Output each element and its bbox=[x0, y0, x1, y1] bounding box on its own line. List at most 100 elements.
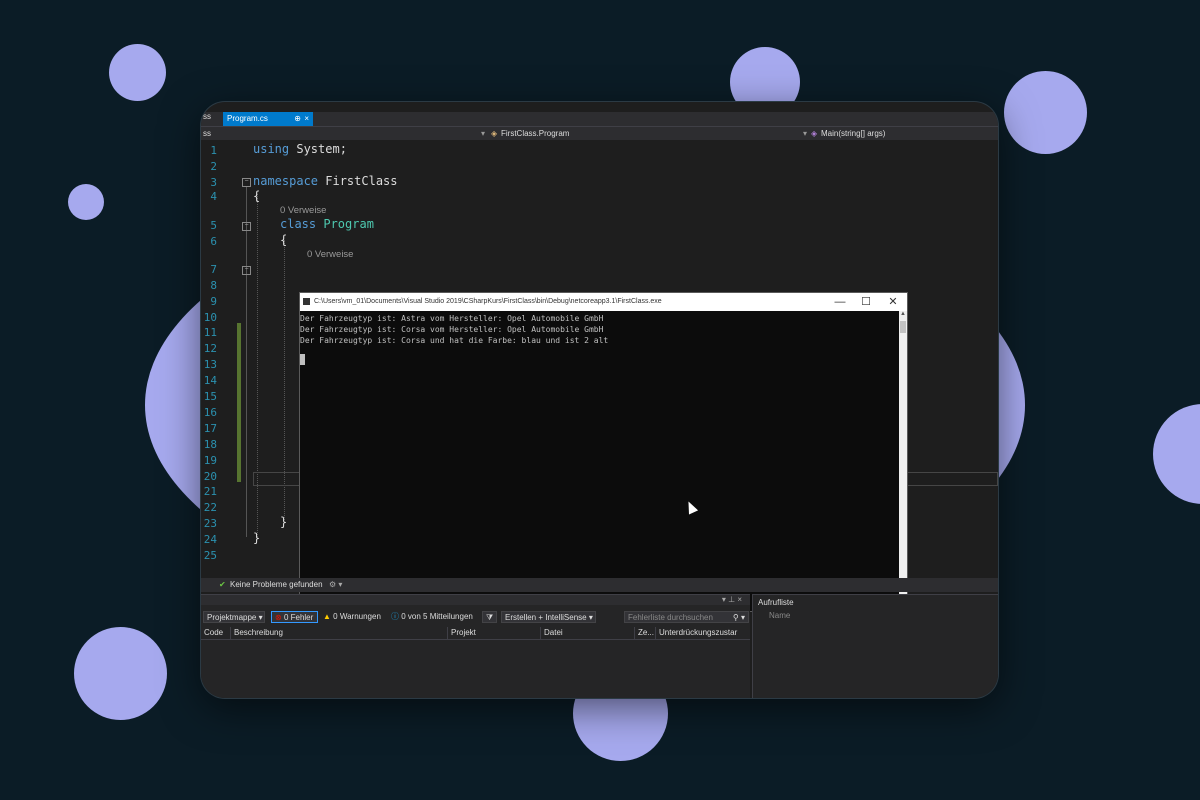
nav-project-dropdown[interactable]: ss bbox=[203, 127, 211, 141]
line-number: 3 bbox=[210, 176, 217, 189]
error-icon: ⊗ bbox=[275, 613, 282, 622]
line-number: 11 bbox=[203, 326, 217, 339]
scope-dropdown[interactable]: Projektmappe ▾ bbox=[203, 611, 265, 623]
line-number: 8 bbox=[210, 279, 217, 292]
line-number: 20 bbox=[203, 470, 217, 483]
indent-guide bbox=[257, 194, 258, 539]
code-line-1: using System; bbox=[253, 142, 347, 156]
error-list-columns: Code Beschreibung Projekt Datei Ze... Un… bbox=[201, 627, 750, 640]
console-line: Der Fahrzeugtyp ist: Astra vom Herstelle… bbox=[300, 314, 604, 323]
code-line-3: namespace FirstClass bbox=[253, 174, 398, 188]
collapse-icon[interactable]: − bbox=[242, 266, 251, 275]
filter-icon[interactable]: ⧩ bbox=[482, 611, 497, 623]
nav-member-dropdown[interactable]: Main(string[] args) bbox=[821, 127, 885, 141]
panel-title: Aufrufliste bbox=[758, 598, 794, 607]
column-header[interactable]: Datei bbox=[540, 627, 563, 639]
line-number: 25 bbox=[203, 549, 217, 562]
line-number: 16 bbox=[203, 406, 217, 419]
panel-close-icon[interactable]: ▾ ⊥ × bbox=[722, 595, 742, 605]
problems-status[interactable]: Keine Probleme gefunden bbox=[230, 578, 323, 592]
line-number: 2 bbox=[210, 160, 217, 173]
line-number: 4 bbox=[210, 190, 217, 203]
decor-bubble bbox=[68, 184, 104, 220]
close-button[interactable]: ✕ bbox=[880, 293, 906, 311]
column-header[interactable]: Unterdrückungszustar bbox=[655, 627, 737, 639]
column-header[interactable]: Name bbox=[769, 611, 790, 620]
line-number: 14 bbox=[203, 374, 217, 387]
error-list-panel: ▾ ⊥ × Projektmappe ▾ ⊗ 0 Fehler ▲ 0 Warn… bbox=[201, 594, 750, 698]
line-number: 9 bbox=[210, 295, 217, 308]
document-tab-bar: ss Program.cs ⊕ × bbox=[201, 112, 998, 126]
line-number: 13 bbox=[203, 358, 217, 371]
collapse-icon[interactable]: − bbox=[242, 222, 251, 231]
console-line: Der Fahrzeugtyp ist: Corsa und hat die F… bbox=[300, 336, 609, 345]
method-icon: ◈ bbox=[811, 129, 818, 138]
decor-bubble bbox=[1004, 71, 1087, 154]
class-icon: ◈ bbox=[491, 129, 498, 138]
navigation-bar: ss ▾ ◈ FirstClass.Program ▾ ◈ Main(strin… bbox=[201, 126, 998, 141]
column-header[interactable]: Beschreibung bbox=[230, 627, 283, 639]
tab-label: Program.cs bbox=[227, 114, 268, 123]
errors-filter-button[interactable]: ⊗ 0 Fehler bbox=[271, 611, 318, 623]
pin-icon[interactable]: ⊕ bbox=[294, 112, 301, 126]
tab-program-cs[interactable]: Program.cs ⊕ × bbox=[223, 112, 313, 126]
line-number: 15 bbox=[203, 390, 217, 403]
messages-filter-button[interactable]: ⓘ 0 von 5 Mitteilungen bbox=[391, 609, 473, 625]
call-stack-panel: Aufrufliste Name bbox=[752, 594, 998, 698]
close-icon[interactable]: × bbox=[304, 112, 309, 126]
scroll-thumb[interactable] bbox=[900, 321, 906, 333]
decor-bubble bbox=[109, 44, 166, 101]
column-header[interactable]: Projekt bbox=[447, 627, 476, 639]
line-number: 10 bbox=[203, 311, 217, 324]
search-icon[interactable]: ⚲ ▾ bbox=[733, 612, 745, 624]
line-number: 24 bbox=[203, 533, 217, 546]
line-number: 6 bbox=[210, 235, 217, 248]
brush-icon[interactable]: ⚙ ▾ bbox=[329, 578, 342, 592]
error-search-input[interactable]: Fehlerliste durchsuchen ⚲ ▾ bbox=[624, 611, 749, 623]
code-editor[interactable]: 1 2 3 4 5 6 7 8 9 10 11 12 13 14 15 16 1… bbox=[201, 140, 998, 612]
console-title: C:\Users\vm_01\Documents\Visual Studio 2… bbox=[314, 298, 662, 305]
maximize-button[interactable]: ☐ bbox=[853, 293, 879, 311]
line-number: 19 bbox=[203, 454, 217, 467]
line-number: 5 bbox=[210, 219, 217, 232]
decor-bubble bbox=[1153, 404, 1200, 504]
references-codelens[interactable]: 0 Verweise bbox=[307, 249, 353, 260]
line-number: 21 bbox=[203, 485, 217, 498]
chevron-down-icon[interactable]: ▾ bbox=[481, 127, 485, 141]
check-icon: ✔ bbox=[219, 580, 226, 589]
code-line-24: } bbox=[253, 531, 261, 545]
code-line-4: { bbox=[253, 189, 261, 203]
scroll-up-icon[interactable]: ▲ bbox=[899, 311, 907, 317]
nav-type-dropdown[interactable]: FirstClass.Program bbox=[501, 127, 569, 141]
line-number: 23 bbox=[203, 517, 217, 530]
editor-status-strip: ✔ Keine Probleme gefunden ⚙ ▾ bbox=[201, 578, 998, 592]
change-indicator bbox=[237, 323, 241, 482]
column-header[interactable]: Ze... bbox=[634, 627, 654, 639]
code-line-5: class Program bbox=[280, 217, 374, 231]
minimize-button[interactable]: — bbox=[827, 293, 853, 311]
line-number: 17 bbox=[203, 422, 217, 435]
collapse-icon[interactable]: − bbox=[242, 178, 251, 187]
console-window[interactable]: C:\Users\vm_01\Documents\Visual Studio 2… bbox=[299, 292, 908, 612]
console-title-bar[interactable]: C:\Users\vm_01\Documents\Visual Studio 2… bbox=[300, 293, 907, 311]
build-source-dropdown[interactable]: Erstellen + IntelliSense ▾ bbox=[501, 611, 596, 623]
line-number: 7 bbox=[210, 263, 217, 276]
info-icon: ⓘ bbox=[391, 612, 399, 621]
console-scrollbar[interactable]: ▲ ▼ bbox=[899, 311, 907, 611]
chevron-down-icon[interactable]: ▾ bbox=[803, 127, 807, 141]
line-number: 1 bbox=[210, 144, 217, 157]
warnings-filter-button[interactable]: ▲ 0 Warnungen bbox=[323, 609, 381, 625]
error-list-toolbar: Projektmappe ▾ ⊗ 0 Fehler ▲ 0 Warnungen … bbox=[201, 609, 750, 625]
console-line: Der Fahrzeugtyp ist: Corsa vom Herstelle… bbox=[300, 325, 604, 334]
code-line-23: } bbox=[280, 515, 288, 529]
line-number: 12 bbox=[203, 342, 217, 355]
text-cursor bbox=[300, 354, 305, 365]
fold-guide bbox=[246, 187, 247, 537]
column-header[interactable]: Code bbox=[201, 627, 223, 639]
panel-header: ▾ ⊥ × bbox=[201, 595, 750, 605]
references-codelens[interactable]: 0 Verweise bbox=[280, 205, 326, 216]
tab-overflow-label: ss bbox=[203, 112, 211, 121]
line-number: 18 bbox=[203, 438, 217, 451]
console-output[interactable]: Der Fahrzeugtyp ist: Astra vom Herstelle… bbox=[300, 311, 899, 611]
warning-icon: ▲ bbox=[323, 612, 331, 621]
